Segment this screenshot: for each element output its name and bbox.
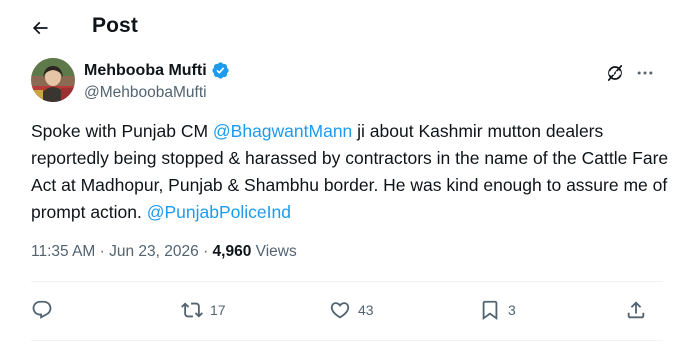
author-row: Mehbooba Mufti @MehboobaMufti: [31, 58, 671, 108]
like-count: 43: [358, 302, 374, 318]
reply-icon: [32, 300, 52, 319]
action-bar: 17 43 3: [31, 292, 663, 328]
divider: [31, 340, 663, 341]
tweet-text: Spoke with Punjab CM @BhagwantMann ji ab…: [31, 118, 671, 226]
author-name-row[interactable]: Mehbooba Mufti: [84, 61, 230, 80]
post-header: Post: [0, 0, 693, 53]
more-dots-icon: [637, 71, 653, 75]
tweet-date[interactable]: Jun 23, 2026: [109, 243, 199, 261]
views-label: Views: [251, 243, 297, 260]
repost-button[interactable]: 17: [181, 292, 226, 328]
author-handle[interactable]: @MehboobaMufti: [84, 84, 207, 102]
repost-icon: [181, 302, 203, 318]
arrow-left-icon: [32, 21, 48, 35]
bookmark-count: 3: [508, 302, 516, 318]
tweet-meta: 11:35 AM · Jun 23, 2026 · 4,960 Views: [31, 243, 297, 261]
share-icon: [627, 301, 645, 319]
grok-button[interactable]: [602, 60, 628, 86]
reply-button[interactable]: [31, 292, 53, 328]
mention-link[interactable]: @PunjabPoliceInd: [147, 202, 291, 222]
views-count: 4,960: [212, 243, 252, 260]
more-options-button[interactable]: [632, 60, 658, 86]
bookmark-icon: [482, 300, 498, 321]
bookmark-button[interactable]: 3: [479, 292, 516, 328]
mention-link[interactable]: @BhagwantMann: [213, 121, 352, 141]
share-button[interactable]: [625, 292, 647, 328]
avatar[interactable]: [31, 58, 75, 102]
grok-icon: [607, 65, 623, 81]
heart-icon: [330, 302, 350, 319]
divider: [31, 281, 663, 282]
tweet-time[interactable]: 11:35 AM: [31, 243, 95, 261]
like-button[interactable]: 43: [329, 292, 374, 328]
author-name: Mehbooba Mufti: [84, 61, 207, 79]
verified-badge-icon: [211, 61, 230, 80]
page-title: Post: [92, 14, 138, 37]
meta-separator: ·: [198, 243, 213, 260]
tweet-text-segment: Spoke with Punjab CM: [31, 121, 213, 141]
meta-separator: ·: [95, 243, 110, 260]
back-button[interactable]: [22, 12, 58, 44]
repost-count: 17: [210, 302, 226, 318]
